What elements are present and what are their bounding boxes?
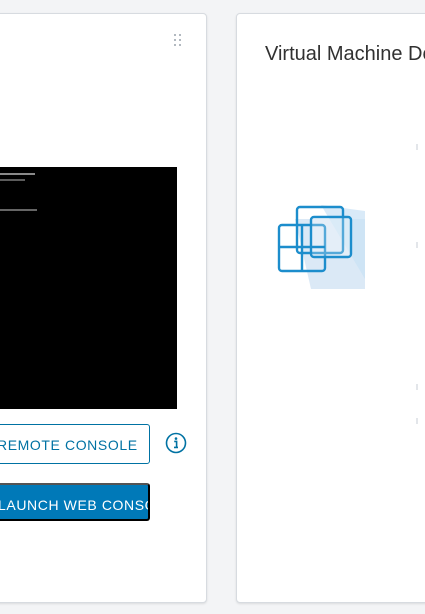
virtual-machine-icon — [277, 205, 365, 289]
info-icon[interactable] — [165, 432, 187, 454]
divider — [416, 242, 418, 248]
vm-details-card: Virtual Machine Details — [236, 13, 425, 603]
page: REMOTE CONSOLE LAUNCH WEB CONSOLE Virtua… — [0, 0, 425, 614]
console-text-line — [0, 209, 37, 211]
divider — [416, 418, 418, 424]
launch-web-console-button[interactable]: LAUNCH WEB CONSOLE — [0, 483, 150, 521]
console-text-line — [0, 179, 25, 181]
drag-handle-icon[interactable] — [174, 34, 186, 50]
console-text-line — [0, 173, 35, 175]
remote-console-button[interactable]: REMOTE CONSOLE — [0, 424, 150, 464]
card-title: Virtual Machine Details — [265, 43, 425, 65]
divider — [416, 384, 418, 390]
console-screenshot[interactable] — [0, 167, 177, 409]
divider — [416, 144, 418, 150]
